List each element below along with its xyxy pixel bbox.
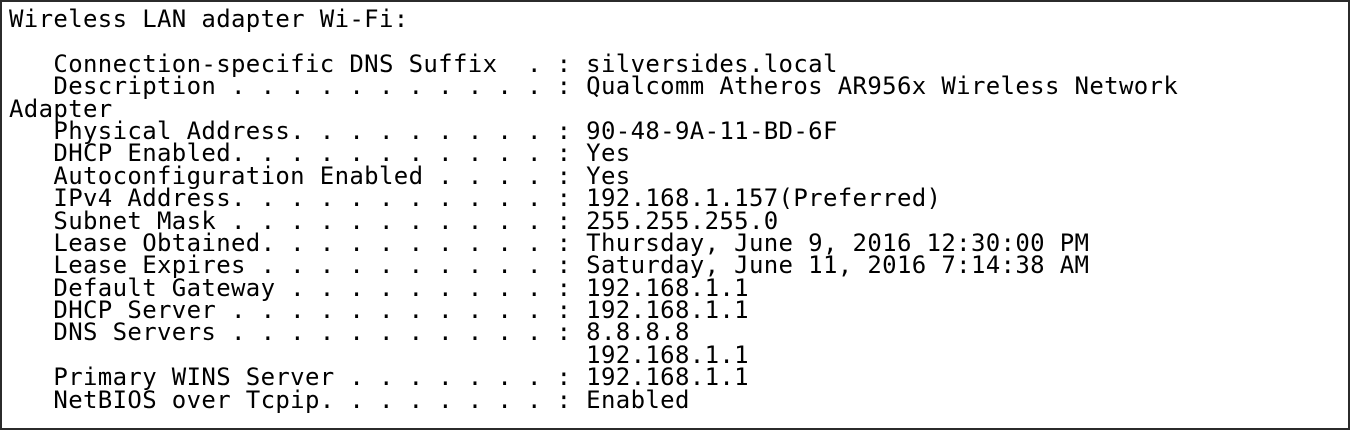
console-output: Wireless LAN adapter Wi-Fi: Connection-s… bbox=[0, 0, 1350, 430]
netbios-line: NetBIOS over Tcpip. . . . . . . . : Enab… bbox=[9, 385, 690, 414]
adapter-header: Wireless LAN adapter Wi-Fi: bbox=[9, 5, 409, 33]
description-line: Description . . . . . . . . . . . : Qual… bbox=[9, 72, 1179, 101]
